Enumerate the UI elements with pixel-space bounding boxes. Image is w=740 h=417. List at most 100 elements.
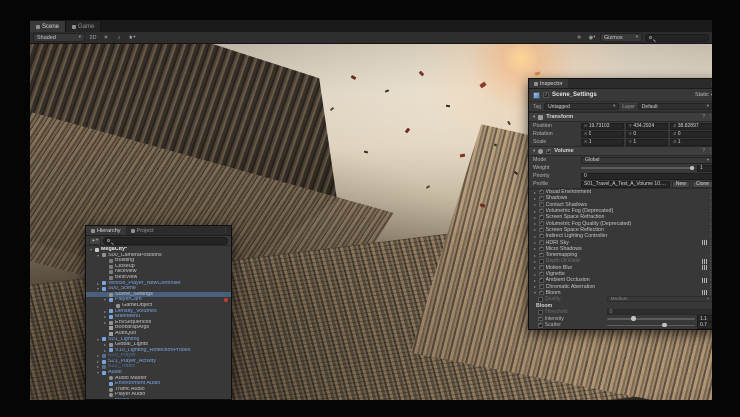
volume-override-row[interactable]: ▸✓Ambient Occlusion⋮	[529, 277, 712, 283]
tint-color-swatch[interactable]	[607, 329, 706, 330]
volume-override-row[interactable]: ▸✓Volumetric Fog Quality (Deprecated)⋮	[529, 220, 712, 226]
help-icon[interactable]: ?	[702, 114, 705, 120]
weight-value[interactable]: 1	[697, 165, 712, 172]
volume-override-row[interactable]: ▸✓HDRI Sky⋮	[529, 239, 712, 245]
override-checkbox[interactable]: ✓	[539, 265, 544, 270]
gizmos-dropdown[interactable]: Gizmos ▾	[600, 33, 642, 42]
foldout-arrow-icon[interactable]: ▸	[533, 246, 537, 251]
override-checkbox[interactable]: ✓	[539, 240, 544, 245]
expand-arrow-icon[interactable]: ▾	[89, 247, 93, 253]
volume-override-row[interactable]: ▸✓Indirect Lighting Controller⋮	[529, 233, 712, 239]
volume-override-row[interactable]: ▸✓Motion Blur⋮	[529, 265, 712, 271]
bloom-slider[interactable]	[607, 318, 696, 320]
override-checkbox[interactable]: ✓	[539, 234, 544, 239]
context-menu-icon[interactable]: ⋮	[709, 240, 713, 246]
hierarchy-search[interactable]	[103, 237, 228, 245]
override-checkbox[interactable]: ✓	[539, 221, 544, 226]
panel-menu-icon[interactable]: ⋮	[220, 226, 231, 235]
foldout-arrow-icon[interactable]: ▸	[533, 284, 537, 289]
slider-thumb[interactable]	[690, 166, 695, 171]
y-value-field[interactable]: Y1	[626, 139, 669, 146]
foldout-arrow-icon[interactable]: ▸	[533, 234, 537, 239]
z-value-field[interactable]: Z1	[670, 139, 712, 146]
bloom-slider[interactable]	[607, 325, 696, 327]
context-menu-icon[interactable]: ⋮	[709, 233, 713, 239]
scene-search[interactable]	[645, 34, 709, 42]
hierarchy-search-input[interactable]	[112, 238, 224, 244]
foldout-arrow-icon[interactable]: ▾	[533, 148, 535, 154]
expand-arrow-icon[interactable]: ▸	[103, 348, 107, 354]
foldout-arrow-icon[interactable]: ▸	[533, 190, 537, 195]
tag-dropdown[interactable]: Untagged ▾	[544, 103, 619, 110]
tools-icon[interactable]: ✛	[574, 33, 584, 42]
expand-arrow-icon[interactable]: ▾	[96, 286, 100, 292]
eyedropper-icon[interactable]	[708, 329, 712, 330]
override-checkbox[interactable]: ✓	[539, 253, 544, 258]
context-menu-icon[interactable]: ⋮	[709, 195, 713, 201]
lighting-icon[interactable]: ☀	[101, 33, 111, 42]
context-menu-icon[interactable]: ⋮	[709, 246, 713, 252]
volume-override-row[interactable]: ▾✓Bloom⋮	[529, 290, 712, 296]
profile-new-button[interactable]: New	[672, 181, 690, 188]
volume-override-row[interactable]: ▸✓Contact Shadows⋮	[529, 202, 712, 208]
mode-dropdown[interactable]: Global ▾	[581, 157, 712, 164]
help-icon[interactable]: ?	[702, 148, 705, 154]
component-enabled-checkbox[interactable]: ✓	[546, 149, 551, 154]
weight-slider[interactable]	[581, 167, 695, 169]
context-menu-icon[interactable]: ⋮	[709, 189, 713, 195]
override-checkbox[interactable]: ✓	[539, 202, 544, 207]
context-menu-icon[interactable]: ⋮	[709, 271, 713, 277]
foldout-arrow-icon[interactable]: ▸	[533, 221, 537, 226]
volume-override-row[interactable]: ▸✓Volumetric Fog (Deprecated)⋮	[529, 208, 712, 214]
static-dropdown[interactable]: Static ▾	[695, 92, 712, 98]
volume-override-row[interactable]: ▸✓Screen Space Reflection⋮	[529, 227, 712, 233]
foldout-arrow-icon[interactable]: ▸	[533, 278, 537, 283]
override-checkbox[interactable]: ✓	[539, 247, 544, 252]
expand-arrow-icon[interactable]: ▾	[96, 253, 100, 259]
override-checkbox[interactable]: ✓	[539, 215, 544, 220]
volume-override-row[interactable]: ▸✓Micro Shadows⋮	[529, 246, 712, 252]
context-menu-icon[interactable]: ⋮	[709, 208, 713, 214]
z-value-field[interactable]: Z0	[670, 131, 712, 138]
foldout-arrow-icon[interactable]: ▸	[533, 215, 537, 220]
2d-toggle-icon[interactable]: 2D	[88, 33, 98, 42]
x-value-field[interactable]: X0	[581, 131, 624, 138]
create-object-button[interactable]: + ▾	[89, 237, 101, 245]
context-menu-icon[interactable]: ⋮	[708, 148, 712, 154]
context-menu-icon[interactable]: ⋮	[709, 214, 713, 220]
volume-override-row[interactable]: ▸✓Vignette⋮	[529, 271, 712, 277]
profile-clone-button[interactable]: Clone	[692, 181, 712, 188]
z-value-field[interactable]: Z38.82897	[670, 123, 712, 130]
x-value-field[interactable]: X19.73103	[581, 123, 624, 130]
slider-value[interactable]: 0.7	[697, 322, 712, 329]
context-menu-icon[interactable]: ⋮	[709, 227, 713, 233]
context-menu-icon[interactable]: ⋮	[709, 221, 713, 227]
property-override-checkbox[interactable]: ✓	[538, 317, 543, 322]
volume-component-header[interactable]: ▾ ✓ Volume ? ⋮	[529, 146, 712, 156]
tab-scene[interactable]: Scene	[30, 21, 66, 32]
override-checkbox[interactable]: ✓	[539, 196, 544, 201]
hierarchy-row[interactable]: ▸Music	[86, 398, 231, 399]
foldout-arrow-icon[interactable]: ▸	[533, 265, 537, 270]
volume-override-row[interactable]: ▸✓Visual Environment⋮	[529, 189, 712, 195]
panel-menu-icon[interactable]: ⋮	[706, 79, 712, 88]
foldout-arrow-icon[interactable]: ▸	[533, 202, 537, 207]
bloom-value-field[interactable]: 0	[607, 309, 713, 315]
foldout-arrow-icon[interactable]: ▸	[533, 253, 537, 258]
override-checkbox[interactable]: ✓	[539, 291, 544, 296]
context-menu-icon[interactable]: ⋮	[709, 277, 713, 283]
override-checkbox[interactable]: ✓	[539, 284, 544, 289]
volume-override-row[interactable]: ▸✓Shadows⋮	[529, 195, 712, 201]
tab-project[interactable]: Project	[126, 226, 159, 235]
shading-mode-dropdown[interactable]: Shaded ▾	[33, 33, 85, 42]
foldout-arrow-icon[interactable]: ▸	[533, 209, 537, 214]
expand-arrow-icon[interactable]: ▾	[96, 337, 100, 343]
context-menu-icon[interactable]: ⋮	[709, 252, 713, 258]
y-value-field[interactable]: Y434.2924	[626, 123, 669, 130]
audio-icon[interactable]: ♪	[114, 33, 124, 42]
foldout-arrow-icon[interactable]: ▾	[533, 114, 535, 120]
profile-object-field[interactable]: S01_Travel_A_Test_A_Volume 10.5%	[581, 181, 670, 188]
foldout-arrow-icon[interactable]: ▸	[533, 240, 537, 245]
context-menu-icon[interactable]: ⋮	[709, 284, 713, 290]
foldout-arrow-icon[interactable]: ▸	[533, 227, 537, 232]
